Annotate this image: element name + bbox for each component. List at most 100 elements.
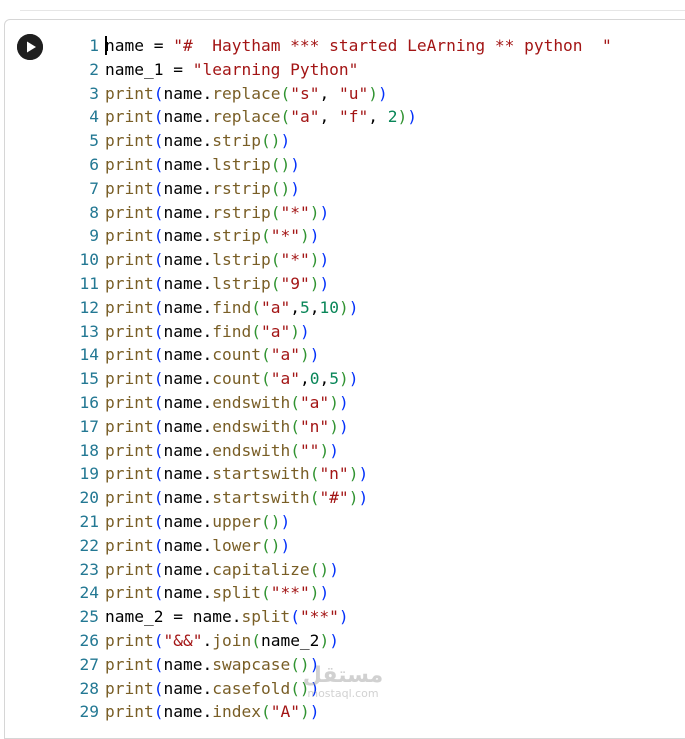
line-code[interactable]: print(name.replace("a", "f", 2)) — [105, 105, 417, 129]
code-line[interactable]: 29 print(name.index("A")) — [56, 700, 685, 724]
line-code[interactable]: print(name.lstrip("9")) — [105, 272, 329, 296]
code-line[interactable]: 20 print(name.startswith("#")) — [56, 486, 685, 510]
line-code[interactable]: print(name.casefold()) — [105, 677, 319, 701]
code-line[interactable]: 26 print("&&".join(name_2)) — [56, 629, 685, 653]
code-line[interactable]: 27 print(name.swapcase()) — [56, 653, 685, 677]
code-line[interactable]: 28 print(name.casefold()) — [56, 677, 685, 701]
code-line[interactable]: 12 print(name.find("a",5,10)) — [56, 296, 685, 320]
line-code[interactable]: name_2 = name.split("**") — [105, 605, 349, 629]
line-code[interactable]: print(name.strip("*")) — [105, 224, 319, 248]
line-code[interactable]: print(name.find("a")) — [105, 320, 310, 344]
code-line[interactable]: 23 print(name.capitalize()) — [56, 558, 685, 582]
line-code[interactable]: print(name.index("A")) — [105, 700, 319, 724]
code-token: name. — [163, 440, 213, 460]
code-token: ) — [280, 535, 291, 555]
line-code[interactable]: name = "# Haytham *** started LeArning *… — [105, 34, 612, 58]
code-token: () — [270, 154, 291, 174]
code-token: lstrip — [212, 154, 271, 174]
code-line[interactable]: 21 print(name.upper()) — [56, 510, 685, 534]
code-token: ) — [319, 202, 330, 222]
code-line[interactable]: 16 print(name.endswith("a")) — [56, 391, 685, 415]
code-token: ( — [290, 416, 300, 436]
code-token: , — [299, 369, 310, 389]
code-line[interactable]: 25 name_2 = name.split("**") — [56, 605, 685, 629]
code-token: ) — [368, 83, 378, 103]
code-line[interactable]: 2 name_1 = "learning Python" — [56, 58, 685, 82]
code-token: name. — [163, 273, 213, 293]
code-token: print — [105, 702, 154, 722]
code-token: strip — [212, 131, 261, 151]
code-line[interactable]: 3 print(name.replace("s", "u")) — [56, 82, 685, 106]
code-line[interactable]: 6 print(name.lstrip()) — [56, 153, 685, 177]
line-code[interactable]: print(name.swapcase()) — [105, 653, 319, 677]
code-token: ) — [348, 488, 359, 508]
line-code[interactable]: print(name.endswith("")) — [105, 439, 339, 463]
line-code[interactable]: print(name.rstrip()) — [105, 177, 300, 201]
code-token: ( — [290, 607, 300, 627]
code-line[interactable]: 13 print(name.find("a")) — [56, 320, 685, 344]
code-line[interactable]: 8 print(name.rstrip("*")) — [56, 201, 685, 225]
code-token: name. — [163, 416, 213, 436]
code-token: name. — [163, 83, 213, 103]
code-token: name. — [163, 297, 213, 317]
code-token: name. — [163, 702, 213, 722]
line-code[interactable]: print(name.count("a")) — [105, 343, 319, 367]
code-token: print — [105, 297, 154, 317]
code-editor[interactable]: 1 name = "# Haytham *** started LeArning … — [56, 34, 685, 734]
code-token: endswith — [212, 392, 291, 412]
code-line[interactable]: 10 print(name.lstrip("*")) — [56, 248, 685, 272]
line-code[interactable]: print(name.lower()) — [105, 534, 290, 558]
code-token: find — [212, 297, 252, 317]
code-line[interactable]: 19 print(name.startswith("n")) — [56, 462, 685, 486]
code-token: name_2 — [260, 630, 320, 650]
line-code[interactable]: print("&&".join(name_2)) — [105, 629, 339, 653]
code-token: replace — [212, 83, 281, 103]
code-token: ( — [270, 273, 281, 293]
code-token: endswith — [212, 440, 291, 460]
line-code[interactable]: print(name.lstrip()) — [105, 153, 300, 177]
line-code[interactable]: print(name.startswith("n")) — [105, 462, 368, 486]
run-cell-button[interactable] — [17, 34, 43, 60]
code-line[interactable]: 1 name = "# Haytham *** started LeArning … — [56, 34, 685, 58]
code-line[interactable]: 11 print(name.lstrip("9")) — [56, 272, 685, 296]
line-code[interactable]: print(name.lstrip("*")) — [105, 248, 329, 272]
code-token: ) — [309, 678, 320, 698]
code-token: "*" — [280, 202, 310, 222]
code-line[interactable]: 17 print(name.endswith("n")) — [56, 415, 685, 439]
code-token: name. — [163, 535, 213, 555]
line-code[interactable]: print(name.capitalize()) — [105, 558, 339, 582]
code-token: "a" — [290, 107, 320, 127]
code-line[interactable]: 18 print(name.endswith("")) — [56, 439, 685, 463]
code-token: ) — [280, 131, 291, 151]
line-code[interactable]: print(name.find("a",5,10)) — [105, 296, 358, 320]
line-number: 14 — [79, 345, 100, 365]
line-code[interactable]: print(name.rstrip("*")) — [105, 201, 329, 225]
code-line[interactable]: 22 print(name.lower()) — [56, 534, 685, 558]
line-code[interactable]: print(name.endswith("a")) — [105, 391, 349, 415]
line-code[interactable]: print(name.startswith("#")) — [105, 486, 368, 510]
code-token: "a" — [299, 392, 330, 412]
code-line[interactable]: 9 print(name.strip("*")) — [56, 224, 685, 248]
code-line[interactable]: 24 print(name.split("**")) — [56, 581, 685, 605]
line-code[interactable]: name_1 = "learning Python" — [105, 58, 358, 82]
code-line[interactable]: 14 print(name.count("a")) — [56, 343, 685, 367]
line-number: 22 — [79, 535, 100, 555]
code-token: () — [260, 535, 281, 555]
line-code[interactable]: print(name.strip()) — [105, 129, 290, 153]
code-token: "learning Python" — [192, 59, 359, 79]
text-cursor — [105, 36, 107, 55]
line-number: 11 — [79, 273, 100, 293]
code-token: name. — [163, 488, 213, 508]
line-code[interactable]: print(name.upper()) — [105, 510, 290, 534]
code-line[interactable]: 4 print(name.replace("a", "f", 2)) — [56, 105, 685, 129]
divider-line — [20, 10, 685, 11]
line-code[interactable]: print(name.split("**")) — [105, 581, 329, 605]
code-line[interactable]: 15 print(name.count("a",0,5)) — [56, 367, 685, 391]
code-token: ) — [309, 273, 320, 293]
code-line[interactable]: 5 print(name.strip()) — [56, 129, 685, 153]
line-code[interactable]: print(name.endswith("n")) — [105, 415, 349, 439]
code-line[interactable]: 7 print(name.rstrip()) — [56, 177, 685, 201]
code-token: , — [319, 107, 339, 127]
line-code[interactable]: print(name.count("a",0,5)) — [105, 367, 358, 391]
line-code[interactable]: print(name.replace("s", "u")) — [105, 82, 388, 106]
